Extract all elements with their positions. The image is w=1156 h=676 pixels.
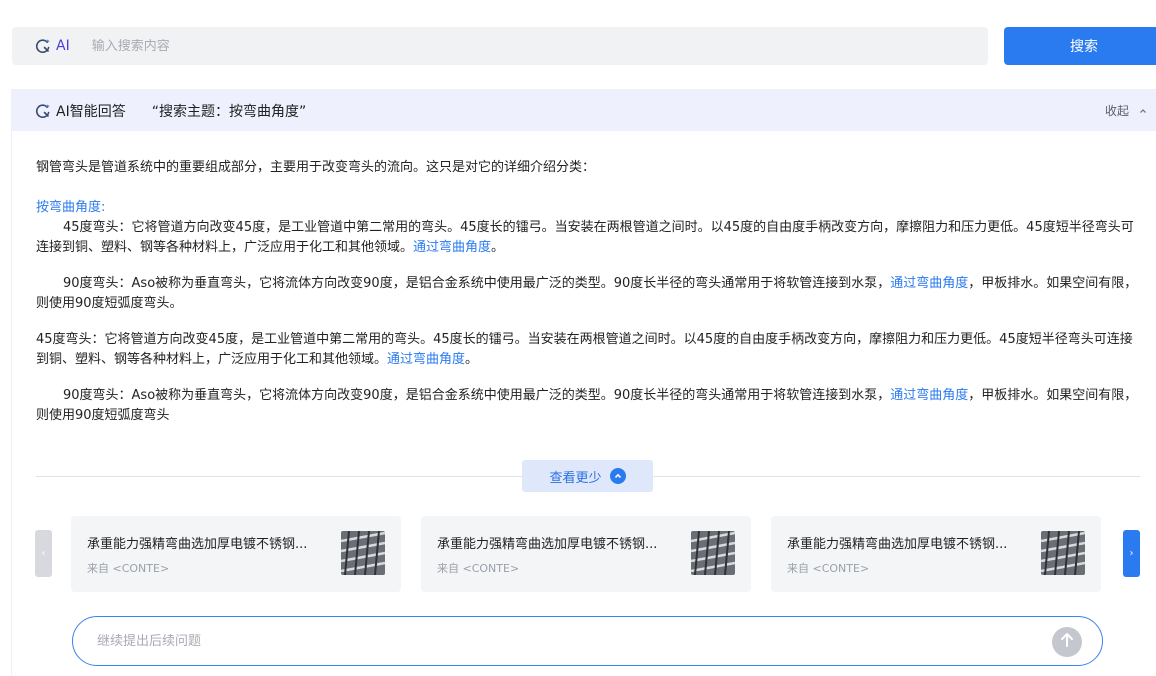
paragraph-text: 45度弯头：它将管道方向改变45度，是工业管道中第二常用的弯头。45度长的镭弓。… <box>36 220 1134 255</box>
card-thumbnail <box>691 531 735 575</box>
answer-title: AI智能回答 <box>56 103 126 120</box>
send-button[interactable] <box>1052 627 1082 657</box>
card-source: 来自 <CONTE> <box>87 562 170 575</box>
answer-paragraph: 45度弯头：它将管道方向改变45度，是工业管道中第二常用的弯头。45度长的镭弓。… <box>36 218 1142 258</box>
see-less-button[interactable]: 查看更少 <box>522 460 653 492</box>
card-source: 来自 <CONTE> <box>787 562 870 575</box>
related-card[interactable]: 承重能力强精弯曲选加厚电镀不锈钢... 来自 <CONTE> <box>421 516 751 592</box>
paragraph-text: 90度弯头：Aso被称为垂直弯头，它将流体方向改变90度，是铝合金系统中使用最广… <box>63 388 891 403</box>
ai-sparkle-icon <box>34 102 51 119</box>
followup-input[interactable] <box>97 633 997 649</box>
followup-input-box[interactable] <box>72 616 1103 666</box>
arrow-up-icon <box>1060 632 1074 652</box>
ai-answer-panel: AI智能回答 “搜索主题：按弯曲角度” 收起 钢管弯头是管道系统中的重要组成部分… <box>12 90 1156 676</box>
collapse-label: 收起 <box>1104 104 1129 118</box>
answer-paragraph: 90度弯头：Aso被称为垂直弯头，它将流体方向改变90度，是铝合金系统中使用最广… <box>36 274 1142 314</box>
category-title: 按弯曲角度: <box>36 200 106 215</box>
card-source: 来自 <CONTE> <box>437 562 520 575</box>
answer-header: AI智能回答 “搜索主题：按弯曲角度” 收起 <box>12 90 1156 131</box>
answer-paragraph: 90度弯头：Aso被称为垂直弯头，它将流体方向改变90度，是铝合金系统中使用最广… <box>36 386 1142 426</box>
chevron-up-icon <box>1136 104 1150 118</box>
answer-paragraph: 45度弯头：它将管道方向改变45度，是工业管道中第二常用的弯头。45度长的镭弓。… <box>36 330 1142 370</box>
card-title: 承重能力强精弯曲选加厚电镀不锈钢... <box>437 537 658 552</box>
card-title: 承重能力强精弯曲选加厚电镀不锈钢... <box>87 537 308 552</box>
collapse-button[interactable]: 收起 <box>1105 102 1150 119</box>
paragraph-text: 45度弯头：它将管道方向改变45度，是工业管道中第二常用的弯头。45度长的镭弓。… <box>36 332 1133 367</box>
answer-intro: 钢管弯头是管道系统中的重要组成部分，主要用于改变弯头的流向。这只是对它的详细介绍… <box>36 160 596 175</box>
carousel-prev-button[interactable]: ‹ <box>35 530 52 577</box>
bend-angle-link[interactable]: 通过弯曲角度 <box>387 352 465 367</box>
search-topic: “搜索主题：按弯曲角度” <box>151 103 307 120</box>
bend-angle-link[interactable]: 通过弯曲角度 <box>890 388 968 403</box>
ai-badge: AI <box>34 38 70 55</box>
bend-angle-link[interactable]: 通过弯曲角度 <box>890 276 968 291</box>
search-bar[interactable]: AI <box>12 27 988 65</box>
answer-body: 钢管弯头是管道系统中的重要组成部分，主要用于改变弯头的流向。这只是对它的详细介绍… <box>36 158 1142 442</box>
bend-angle-link[interactable]: 通过弯曲角度 <box>413 240 491 255</box>
carousel-next-button[interactable]: › <box>1123 530 1140 577</box>
see-less-label: 查看更少 <box>549 470 602 486</box>
ai-sparkle-icon <box>34 38 51 55</box>
card-thumbnail <box>341 531 385 575</box>
related-card[interactable]: 承重能力强精弯曲选加厚电镀不锈钢... 来自 <CONTE> <box>771 516 1101 592</box>
related-card[interactable]: 承重能力强精弯曲选加厚电镀不锈钢... 来自 <CONTE> <box>71 516 401 592</box>
chevron-left-icon: ‹ <box>41 548 46 559</box>
chevron-up-icon <box>609 468 626 484</box>
paragraph-tail: 。 <box>465 352 479 367</box>
search-input[interactable] <box>91 38 892 54</box>
ai-label: AI <box>56 38 70 54</box>
paragraph-tail: 。 <box>491 240 505 255</box>
card-title: 承重能力强精弯曲选加厚电镀不锈钢... <box>787 537 1008 552</box>
search-button[interactable]: 搜索 <box>1004 27 1156 65</box>
paragraph-text: 90度弯头：Aso被称为垂直弯头，它将流体方向改变90度，是铝合金系统中使用最广… <box>63 276 891 291</box>
chevron-right-icon: › <box>1129 548 1134 559</box>
card-thumbnail <box>1041 531 1085 575</box>
